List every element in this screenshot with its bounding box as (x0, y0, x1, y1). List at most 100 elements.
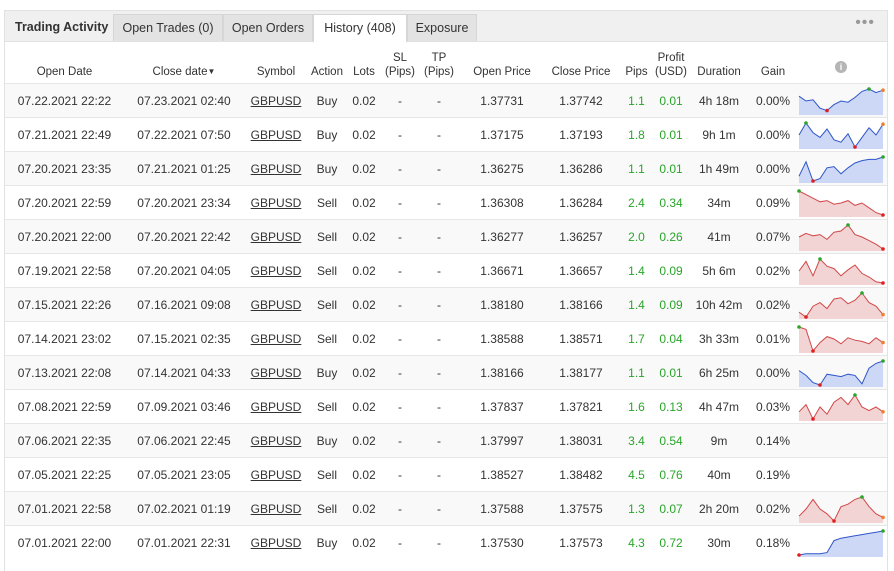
col-lots[interactable]: Lots (346, 42, 382, 84)
cell-trade-chart (795, 389, 887, 424)
col-duration[interactable]: Duration (687, 42, 751, 84)
col-tp[interactable]: TP (Pips) (418, 42, 460, 84)
sparkline-high-marker (867, 86, 871, 91)
table-row[interactable]: 07.19.2021 22:58 07.20.2021 04:05 GBPUSD Se… (5, 253, 887, 288)
table-row[interactable]: 07.01.2021 22:00 07.01.2021 22:31 GBPUSD Bu… (5, 525, 887, 559)
cell-duration: 1h 49m (687, 151, 751, 186)
cell-profit: 0.07 (655, 491, 687, 526)
symbol-link[interactable]: GBPUSD (251, 94, 302, 108)
symbol-link[interactable]: GBPUSD (251, 264, 302, 278)
table-row[interactable]: 07.22.2021 22:22 07.23.2021 02:40 GBPUSD Bu… (5, 83, 887, 118)
cell-open-date: 07.19.2021 22:58 (5, 253, 124, 288)
cell-close-price: 1.36286 (544, 151, 618, 186)
symbol-link[interactable]: GBPUSD (251, 162, 302, 176)
sparkline-high-marker (797, 324, 801, 329)
cell-tp: - (418, 491, 460, 526)
cell-close-price: 1.38031 (544, 423, 618, 458)
trade-sparkline (798, 392, 885, 421)
col-action[interactable]: Action (308, 42, 346, 84)
cell-tp: - (418, 185, 460, 220)
more-options-icon[interactable]: ••• (855, 14, 875, 32)
table-row[interactable]: 07.20.2021 23:35 07.21.2021 01:25 GBPUSD Bu… (5, 151, 887, 186)
cell-open-date: 07.22.2021 22:22 (5, 83, 124, 118)
table-row[interactable]: 07.08.2021 22:59 07.09.2021 03:46 GBPUSD Se… (5, 389, 887, 424)
trade-sparkline (798, 494, 885, 523)
tab-exposure[interactable]: Exposure (407, 14, 477, 41)
col-pips[interactable]: Pips (618, 42, 655, 84)
cell-duration: 6h 25m (687, 355, 751, 390)
cell-symbol: GBPUSD (244, 83, 308, 118)
cell-pips: 2.0 (618, 219, 655, 254)
sparkline-area (799, 224, 883, 251)
cell-duration: 5h 6m (687, 253, 751, 288)
cell-profit: 0.54 (655, 423, 687, 458)
cell-lots: 0.02 (346, 321, 382, 356)
cell-open-date: 07.20.2021 22:00 (5, 219, 124, 254)
symbol-link[interactable]: GBPUSD (251, 434, 302, 448)
cell-open-date: 07.14.2021 23:02 (5, 321, 124, 356)
symbol-link[interactable]: GBPUSD (251, 536, 302, 550)
table-row[interactable]: 07.21.2021 22:49 07.22.2021 07:50 GBPUSD Bu… (5, 117, 887, 152)
col-symbol[interactable]: Symbol (244, 42, 308, 84)
cell-close-date: 07.01.2021 22:31 (124, 525, 244, 559)
col-open-date[interactable]: Open Date (5, 42, 124, 84)
cell-close-price: 1.36284 (544, 185, 618, 220)
table-row[interactable]: 07.01.2021 22:58 07.02.2021 01:19 GBPUSD Se… (5, 491, 887, 526)
col-close-price[interactable]: Close Price (544, 42, 618, 84)
cell-profit: 0.72 (655, 525, 687, 559)
col-tp-label: TP (431, 52, 447, 64)
cell-close-date: 07.02.2021 01:19 (124, 491, 244, 526)
cell-symbol: GBPUSD (244, 253, 308, 288)
cell-symbol: GBPUSD (244, 457, 308, 492)
cell-lots: 0.02 (346, 457, 382, 492)
col-profit[interactable]: Profit (USD) (655, 42, 687, 84)
info-icon[interactable]: i (835, 61, 847, 73)
cell-gain: 0.07% (751, 219, 795, 254)
cell-tp: - (418, 151, 460, 186)
cell-close-date: 07.20.2021 22:42 (124, 219, 244, 254)
cell-symbol: GBPUSD (244, 321, 308, 356)
col-open-price[interactable]: Open Price (460, 42, 544, 84)
col-gain[interactable]: Gain (751, 42, 795, 84)
cell-pips: 4.3 (618, 525, 655, 559)
table-row[interactable]: 07.13.2021 22:08 07.14.2021 04:33 GBPUSD Bu… (5, 355, 887, 390)
cell-trade-chart (795, 355, 887, 390)
table-row[interactable]: 07.20.2021 22:00 07.20.2021 22:42 GBPUSD Se… (5, 219, 887, 254)
symbol-link[interactable]: GBPUSD (251, 400, 302, 414)
tab-open-orders[interactable]: Open Orders (223, 14, 313, 41)
cell-close-price: 1.37193 (544, 117, 618, 152)
cell-profit: 0.01 (655, 83, 687, 118)
cell-close-date: 07.15.2021 02:35 (124, 321, 244, 356)
cell-duration: 30m (687, 525, 751, 559)
symbol-link[interactable]: GBPUSD (251, 502, 302, 516)
col-close-date[interactable]: Close date▼ (124, 42, 244, 84)
symbol-link[interactable]: GBPUSD (251, 332, 302, 346)
symbol-link[interactable]: GBPUSD (251, 196, 302, 210)
cell-gain: 0.00% (751, 151, 795, 186)
cell-close-date: 07.21.2021 01:25 (124, 151, 244, 186)
symbol-link[interactable]: GBPUSD (251, 366, 302, 380)
cell-close-date: 07.09.2021 03:46 (124, 389, 244, 424)
cell-lots: 0.02 (346, 185, 382, 220)
table-row[interactable]: 07.14.2021 23:02 07.15.2021 02:35 GBPUSD Se… (5, 321, 887, 356)
col-sl[interactable]: SL (Pips) (382, 42, 418, 84)
symbol-link[interactable]: GBPUSD (251, 230, 302, 244)
cell-close-date: 07.16.2021 09:08 (124, 287, 244, 322)
table-row[interactable]: 07.05.2021 22:25 07.05.2021 23:05 GBPUSD Se… (5, 457, 887, 492)
symbol-link[interactable]: GBPUSD (251, 468, 302, 482)
cell-open-price: 1.36277 (460, 219, 544, 254)
cell-pips: 4.5 (618, 457, 655, 492)
tab-open-trades[interactable]: Open Trades (0) (113, 14, 223, 41)
tab-history[interactable]: History (408) (313, 14, 407, 42)
symbol-link[interactable]: GBPUSD (251, 298, 302, 312)
table-row[interactable]: 07.15.2021 22:26 07.16.2021 09:08 GBPUSD Se… (5, 287, 887, 322)
sparkline-high-marker (804, 120, 808, 125)
cell-sl: - (382, 321, 418, 356)
table-row[interactable]: 07.06.2021 22:35 07.06.2021 22:45 GBPUSD Bu… (5, 423, 887, 458)
cell-duration: 3h 33m (687, 321, 751, 356)
sparkline-high-marker (860, 494, 864, 499)
cell-open-price: 1.37837 (460, 389, 544, 424)
table-row[interactable]: 07.20.2021 22:59 07.20.2021 23:34 GBPUSD Se… (5, 185, 887, 220)
cell-open-price: 1.37588 (460, 491, 544, 526)
symbol-link[interactable]: GBPUSD (251, 128, 302, 142)
